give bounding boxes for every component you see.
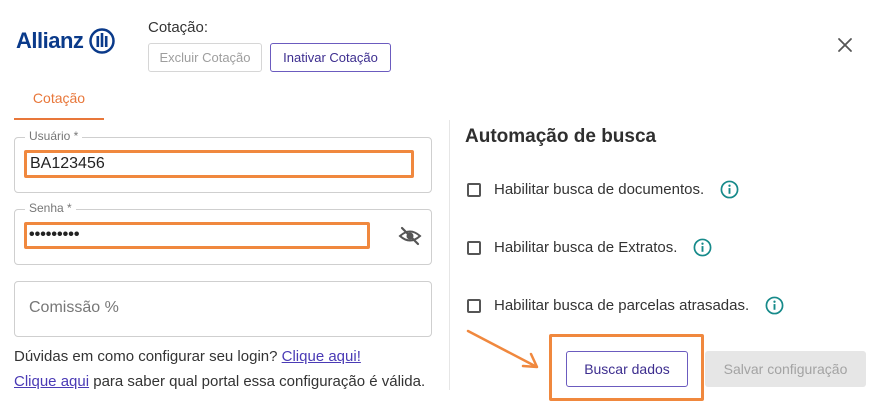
- tab-cotacao[interactable]: Cotação: [14, 88, 104, 120]
- checkbox-parcelas[interactable]: [467, 298, 481, 313]
- brand-name: Allianz: [16, 28, 84, 53]
- option-parcelas: Habilitar busca de parcelas atrasadas.: [467, 296, 784, 315]
- info-icon[interactable]: [693, 238, 712, 257]
- comissao-placeholder: Comissão %: [29, 299, 119, 316]
- option-documentos-label: Habilitar busca de documentos.: [494, 181, 705, 198]
- usuario-label: Usuário *: [25, 129, 83, 143]
- automacao-title: Automação de busca: [465, 126, 657, 147]
- salvar-configuracao-button[interactable]: Salvar configuração: [705, 351, 866, 387]
- clique-aqui-portal-link[interactable]: Clique aqui: [14, 373, 89, 390]
- checkbox-documentos[interactable]: [467, 182, 481, 197]
- buscar-dados-button[interactable]: Buscar dados: [566, 351, 688, 387]
- help-line-2: Clique aqui para saber qual portal essa …: [14, 373, 425, 390]
- info-icon[interactable]: [765, 296, 784, 315]
- option-extratos-label: Habilitar busca de Extratos.: [494, 239, 678, 256]
- checkbox-extratos[interactable]: [467, 240, 481, 255]
- help-line-1-text: Dúvidas em como configurar seu login?: [14, 348, 282, 365]
- annotation-arrow: [466, 329, 539, 369]
- close-icon[interactable]: [837, 37, 853, 53]
- help-line-2-text: para saber qual portal essa configuração…: [89, 373, 426, 390]
- usuario-input[interactable]: BA123456: [30, 155, 105, 173]
- option-documentos: Habilitar busca de documentos.: [467, 180, 739, 199]
- option-parcelas-label: Habilitar busca de parcelas atrasadas.: [494, 297, 750, 314]
- senha-input[interactable]: •••••••••: [29, 226, 79, 244]
- option-extratos: Habilitar busca de Extratos.: [467, 238, 712, 257]
- senha-label: Senha *: [25, 201, 76, 215]
- tab-cotacao-label: Cotação: [32, 90, 86, 106]
- help-line-1: Dúvidas em como configurar seu login? Cl…: [14, 348, 361, 365]
- allianz-logo: Allianz: [16, 28, 116, 54]
- info-icon[interactable]: [720, 180, 739, 199]
- eye-off-icon[interactable]: [398, 226, 422, 246]
- allianz-eagle-icon: [89, 28, 116, 54]
- clique-aqui-login-link[interactable]: Clique aqui!: [282, 348, 361, 365]
- vertical-divider: [449, 120, 450, 390]
- cotacao-label: Cotação:: [148, 19, 209, 36]
- inativar-cotacao-button[interactable]: Inativar Cotação: [270, 43, 391, 72]
- excluir-cotacao-button[interactable]: Excluir Cotação: [148, 43, 262, 72]
